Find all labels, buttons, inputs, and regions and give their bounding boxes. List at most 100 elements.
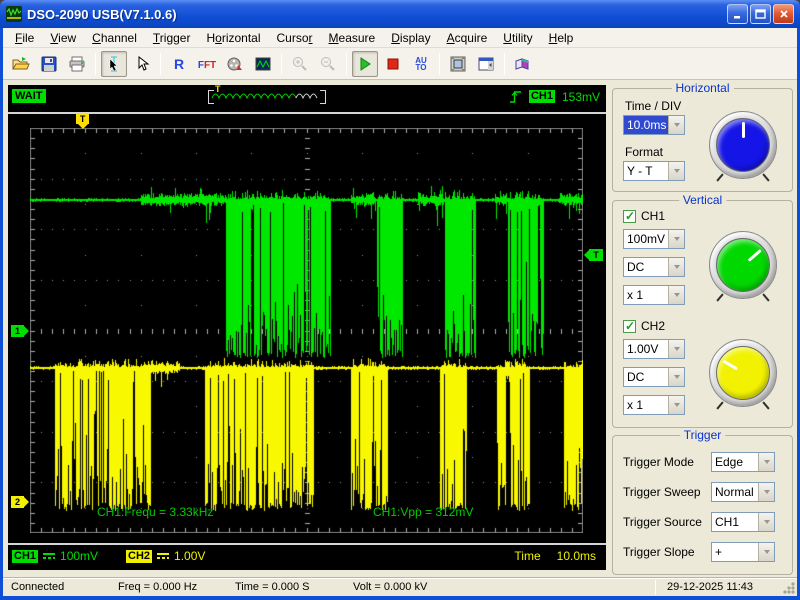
status-divider <box>655 580 656 595</box>
status-bar: Connected Freq = 0.000 Hz Time = 0.000 S… <box>3 578 797 596</box>
menu-help[interactable]: Help <box>541 29 582 47</box>
chevron-down-icon[interactable] <box>668 340 684 358</box>
cursor-measure-button[interactable] <box>101 51 127 77</box>
waveform-button[interactable] <box>250 51 276 77</box>
format-value: Y - T <box>624 162 668 180</box>
ch2-volts-div-select[interactable]: 1.00V <box>623 339 685 359</box>
trigger-slope-select[interactable]: + <box>711 542 775 562</box>
menu-horizontal[interactable]: Horizontal <box>198 29 268 47</box>
refresh-icon: R <box>174 56 184 72</box>
ch1-scale: 100mV <box>60 549 98 563</box>
menu-bar: FileViewChannelTriggerHorizontalCursorMe… <box>3 28 797 48</box>
pointer-button[interactable] <box>129 51 155 77</box>
print-button[interactable] <box>64 51 90 77</box>
trigger-level-value: 153mV <box>562 90 600 104</box>
film-button[interactable] <box>222 51 248 77</box>
panel-toggle-icon <box>478 56 494 72</box>
menu-acquire[interactable]: Acquire <box>439 29 496 47</box>
refresh-button[interactable]: R <box>166 51 192 77</box>
close-button[interactable] <box>773 4 794 24</box>
trigger-slope-value: + <box>712 543 758 561</box>
chevron-down-icon[interactable] <box>758 513 774 531</box>
resize-grip[interactable] <box>783 582 795 594</box>
chevron-down-icon[interactable] <box>668 368 684 386</box>
save-button[interactable] <box>36 51 62 77</box>
ch2-enable-checkbox[interactable] <box>623 320 636 333</box>
chevron-down-icon[interactable] <box>668 396 684 414</box>
stop-button[interactable] <box>380 51 406 77</box>
time-div-label: Time / DIV <box>625 99 681 113</box>
ch1-coupling-select[interactable]: DC <box>623 257 685 277</box>
menu-file[interactable]: File <box>7 29 42 47</box>
maximize-button[interactable] <box>750 4 771 24</box>
minimize-button[interactable] <box>727 4 748 24</box>
scope-top-divider <box>8 112 606 114</box>
trigger-group: Trigger Trigger ModeEdgeTrigger SweepNor… <box>612 435 793 575</box>
menu-cursor[interactable]: Cursor <box>269 29 321 47</box>
chevron-down-icon[interactable] <box>668 162 684 180</box>
pointer-icon <box>134 56 150 72</box>
ch1-ground-marker[interactable]: 1 <box>11 325 24 337</box>
trigger-level-marker[interactable]: T <box>589 249 603 261</box>
ch1-marker-label: 1 <box>15 326 20 336</box>
chevron-down-icon[interactable] <box>668 116 684 134</box>
buffer-position-indicator[interactable]: T <box>208 88 326 104</box>
knob-pointer <box>747 249 761 262</box>
ch1-enable-checkbox[interactable] <box>623 210 636 223</box>
zoom-in-button[interactable] <box>287 51 313 77</box>
scope-channel-strip: CH1 100mV CH2 1.00V Time 10.0ms <box>8 545 606 570</box>
ch1-probe-select[interactable]: x 1 <box>623 285 685 305</box>
control-panel: Horizontal Time / DIV 10.0ms Format Y - … <box>608 80 797 578</box>
trigger-mode-select[interactable]: Edge <box>711 452 775 472</box>
ch1-volts-div-select[interactable]: 100mV <box>623 229 685 249</box>
trigger-mode-row: Trigger ModeEdge <box>613 452 792 474</box>
ch1-badge: CH1 <box>12 550 38 563</box>
horizontal-time-knob[interactable] <box>709 111 777 179</box>
menu-utility[interactable]: Utility <box>495 29 540 47</box>
app-window: DSO-2090 USB(V7.1.0.6) FileViewChannelTr… <box>0 0 800 600</box>
trigger-mode-value: Edge <box>712 453 758 471</box>
start-button[interactable] <box>352 51 378 77</box>
menu-view[interactable]: View <box>42 29 84 47</box>
chevron-down-icon[interactable] <box>758 543 774 561</box>
format-select[interactable]: Y - T <box>623 161 685 181</box>
ch2-probe-select[interactable]: x 1 <box>623 395 685 415</box>
chevron-down-icon[interactable] <box>758 483 774 501</box>
chevron-down-icon[interactable] <box>668 286 684 304</box>
trigger-source-select[interactable]: CH1 <box>711 512 775 532</box>
ch1-label: CH1 <box>641 209 665 223</box>
chevron-down-icon[interactable] <box>668 258 684 276</box>
ch2-ground-marker[interactable]: 2 <box>11 496 24 508</box>
trigger-slope-label: Trigger Slope <box>623 545 695 559</box>
window-title: DSO-2090 USB(V7.1.0.6) <box>27 7 727 22</box>
vertical-group: Vertical CH1 100mV DC x 1 <box>612 200 793 428</box>
time-div-select[interactable]: 10.0ms <box>623 115 685 135</box>
trigger-sweep-select[interactable]: Normal <box>711 482 775 502</box>
ch2-marker-label: 2 <box>15 497 20 507</box>
help-contents-button[interactable] <box>510 51 536 77</box>
ch1-position-knob[interactable] <box>709 231 777 299</box>
trigger-position-marker[interactable]: T <box>76 114 89 124</box>
zoom-out-button[interactable] <box>315 51 341 77</box>
ch2-position-knob[interactable] <box>709 339 777 407</box>
menu-display[interactable]: Display <box>383 29 438 47</box>
menu-measure[interactable]: Measure <box>321 29 384 47</box>
menu-channel[interactable]: Channel <box>84 29 145 47</box>
auto-setup-button[interactable]: AUTO <box>408 51 434 77</box>
ch2-scale: 1.00V <box>174 549 205 563</box>
full-screen-button[interactable] <box>445 51 471 77</box>
title-bar: DSO-2090 USB(V7.1.0.6) <box>0 0 800 28</box>
cursor-measure-icon <box>106 56 122 72</box>
menu-trigger[interactable]: Trigger <box>145 29 199 47</box>
open-button[interactable] <box>8 51 34 77</box>
panel-toggle-button[interactable] <box>473 51 499 77</box>
ch2-coupling-select[interactable]: DC <box>623 367 685 387</box>
ch1-coupling-icon <box>43 553 55 560</box>
fft-button[interactable]: FFT <box>194 51 220 77</box>
trigger-source-badge: CH1 <box>529 90 555 103</box>
scope-status-strip: WAIT T CH1 153mV <box>8 85 606 112</box>
chevron-down-icon[interactable] <box>758 453 774 471</box>
ch2-coupling-value: DC <box>624 368 668 386</box>
chevron-down-icon[interactable] <box>668 230 684 248</box>
help-contents-icon <box>514 56 532 72</box>
